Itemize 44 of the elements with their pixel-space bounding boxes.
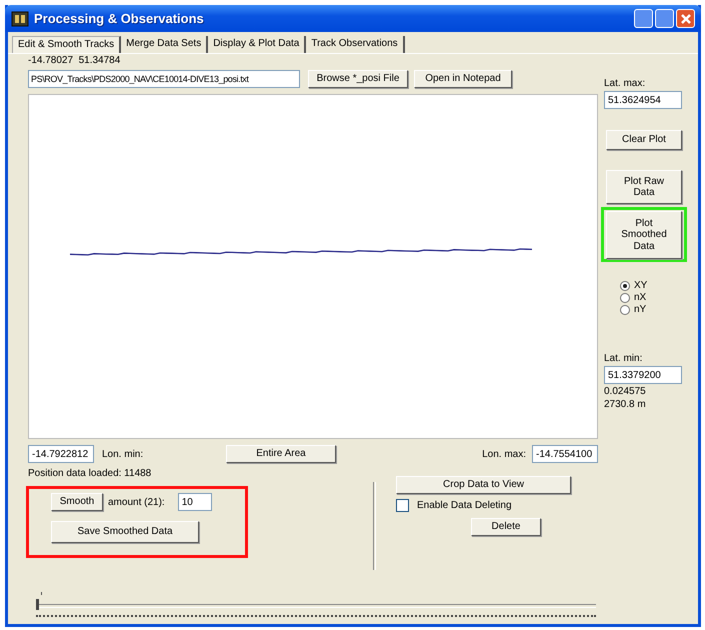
delete-button[interactable]: Delete bbox=[471, 518, 541, 536]
minimize-button[interactable] bbox=[634, 9, 653, 28]
tab[interactable]: Track Observations bbox=[306, 36, 405, 53]
close-icon bbox=[680, 12, 692, 24]
save-smoothed-button[interactable]: Save Smoothed Data bbox=[51, 521, 199, 543]
radio-label: nY bbox=[634, 304, 646, 315]
slider-thumb[interactable] bbox=[36, 599, 39, 610]
file-path-field[interactable]: PS\ROV_Tracks\PDS2000_NAV\CE10014-DIVE13_posi.txt bbox=[28, 70, 300, 88]
lat-min-label: Lat. min: bbox=[604, 353, 644, 364]
entire-area-button[interactable]: Entire Area bbox=[226, 445, 336, 463]
file-button[interactable]: Open in Notepad bbox=[414, 70, 512, 88]
amount-field[interactable]: 10 bbox=[178, 493, 212, 511]
lat-max-field[interactable]: 51.3624954 bbox=[604, 91, 682, 109]
cursor-coordinates: -14.78027 51.34784 bbox=[28, 55, 122, 66]
radio-button[interactable] bbox=[620, 304, 630, 314]
plot-button[interactable]: Plot Smoothed Data bbox=[606, 211, 682, 259]
tab[interactable]: Display & Plot Data bbox=[208, 36, 306, 53]
radio-button[interactable] bbox=[620, 280, 630, 290]
radio-button[interactable] bbox=[620, 292, 630, 302]
radio-label: nX bbox=[634, 292, 646, 303]
close-button[interactable] bbox=[676, 9, 695, 28]
file-button[interactable]: Browse *_posi File bbox=[308, 70, 408, 88]
amount-label: amount (21): bbox=[108, 496, 165, 508]
lat-max-label: Lat. max: bbox=[604, 78, 646, 89]
smooth-button[interactable]: Smooth bbox=[51, 493, 103, 511]
plot-button[interactable]: Plot Raw Data bbox=[606, 170, 682, 204]
checkbox-label: Enable Data Deleting bbox=[417, 500, 512, 511]
lon-min-label: Lon. min: bbox=[102, 448, 144, 460]
maximize-button[interactable] bbox=[655, 9, 674, 28]
app-icon bbox=[11, 10, 29, 26]
window-title: Processing & Observations bbox=[34, 11, 205, 26]
tab[interactable]: Merge Data Sets bbox=[121, 36, 208, 53]
crop-button[interactable]: Crop Data to View bbox=[396, 476, 571, 494]
status-text: Position data loaded: 11488 bbox=[28, 468, 152, 479]
span-readout: 2730.8 m bbox=[604, 399, 647, 410]
radio-label: XY bbox=[634, 280, 648, 291]
lat-min-field[interactable]: 51.3379200 bbox=[604, 366, 682, 384]
lon-min-field[interactable]: -14.7922812 bbox=[28, 445, 94, 463]
checkbox[interactable] bbox=[396, 499, 409, 512]
span-readout: 0.024575 bbox=[604, 386, 647, 397]
lon-max-label: Lon. max: bbox=[482, 448, 526, 460]
tab[interactable]: Edit & Smooth Tracks bbox=[12, 36, 122, 53]
lon-max-field[interactable]: -14.7554100 bbox=[532, 445, 598, 463]
plot-button[interactable]: Clear Plot bbox=[606, 130, 682, 150]
